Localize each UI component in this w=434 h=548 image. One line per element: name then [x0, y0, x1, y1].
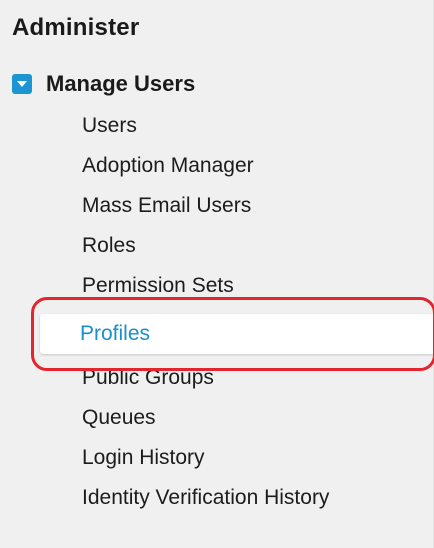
nav-item-permission-sets[interactable]: Permission Sets	[0, 266, 434, 306]
nav-item-roles[interactable]: Roles	[0, 226, 434, 266]
nav-item-profiles-label: Profiles	[80, 322, 151, 345]
setup-sidebar: Administer Manage Users Users Adoption M…	[0, 0, 434, 548]
caret-down-icon	[17, 81, 27, 87]
section-title: Administer	[12, 14, 140, 41]
toggle-icon[interactable]	[12, 74, 32, 94]
nav-item-profiles[interactable]: Profiles	[0, 306, 434, 358]
nav-item-queues[interactable]: Queues	[0, 398, 434, 438]
nav-item-mass-email-users[interactable]: Mass Email Users	[0, 186, 434, 226]
group-label: Manage Users	[46, 71, 196, 96]
nav-item-adoption-manager[interactable]: Adoption Manager	[0, 146, 434, 186]
nav-item-identity-verification-history[interactable]: Identity Verification History	[0, 478, 434, 518]
manage-users-items: Users Adoption Manager Mass Email Users …	[0, 106, 434, 518]
nav-item-public-groups[interactable]: Public Groups	[0, 358, 434, 398]
nav-item-login-history[interactable]: Login History	[0, 438, 434, 478]
manage-users-group-header[interactable]: Manage Users	[12, 70, 195, 98]
nav-item-users[interactable]: Users	[0, 106, 434, 146]
